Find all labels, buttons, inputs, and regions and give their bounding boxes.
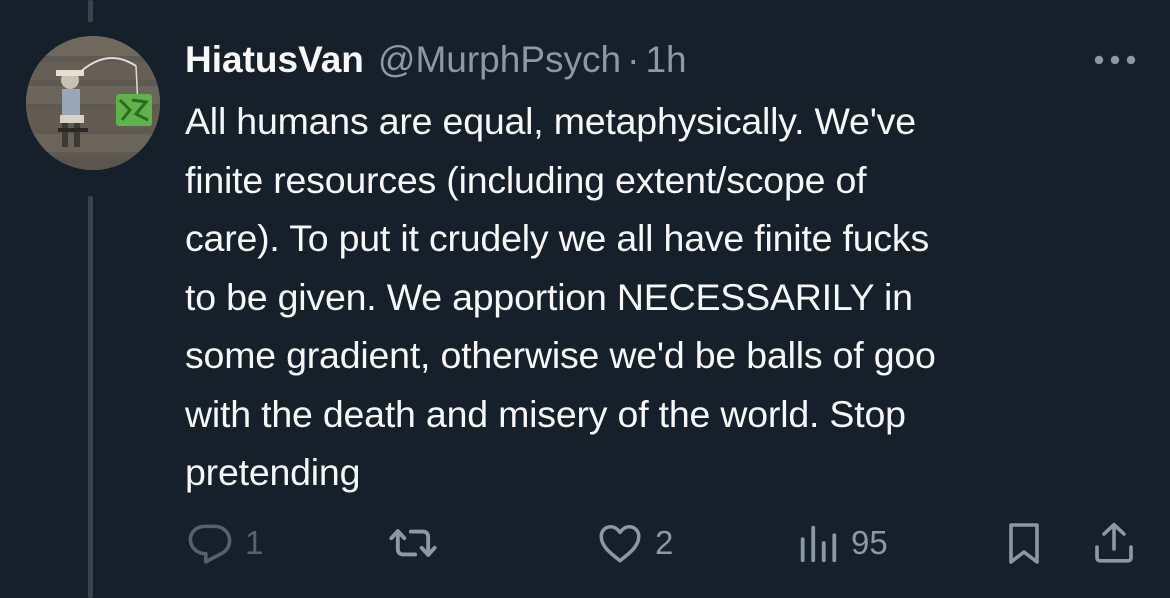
thread-line xyxy=(88,196,93,598)
more-button[interactable] xyxy=(1090,42,1140,78)
views-count: 95 xyxy=(851,524,888,561)
tweet-text: All humans are equal, metaphysically. We… xyxy=(185,92,1145,502)
avatar[interactable] xyxy=(26,36,160,170)
tweet-text-line: to be given. We apportion NECESSARILY in xyxy=(185,275,913,318)
retweet-button[interactable] xyxy=(387,515,449,571)
views-button[interactable]: 95 xyxy=(795,515,888,571)
tweet-text-line: pretending xyxy=(185,451,361,493)
share-button[interactable] xyxy=(1090,515,1138,571)
avatar-image xyxy=(26,36,160,170)
more-horizontal-icon xyxy=(1094,55,1136,65)
bookmark-icon xyxy=(1009,523,1039,564)
bookmark-button[interactable] xyxy=(1000,515,1048,571)
like-button[interactable]: 2 xyxy=(595,515,673,571)
retweet-icon xyxy=(389,529,437,557)
action-bar: 1 2 95 xyxy=(185,515,1145,571)
reply-icon xyxy=(188,524,232,564)
timestamp[interactable]: 1h xyxy=(645,39,686,81)
share-icon xyxy=(1095,522,1133,563)
separator-dot: · xyxy=(627,39,640,80)
reply-button[interactable]: 1 xyxy=(185,515,263,571)
tweet-text-line: with the death and misery of the world. … xyxy=(185,392,906,435)
heart-icon xyxy=(599,524,641,563)
tweet-header: HiatusVan @MurphPsych · 1h xyxy=(185,32,687,88)
thread-line xyxy=(88,0,93,22)
views-icon xyxy=(800,525,837,563)
tweet-text-line: care). To put it crudely we all have fin… xyxy=(185,217,930,259)
display-name[interactable]: HiatusVan xyxy=(185,39,364,81)
tweet-text-line: some gradient, otherwise we'd be balls o… xyxy=(185,334,936,376)
user-handle[interactable]: @MurphPsych xyxy=(378,39,621,81)
tweet[interactable]: HiatusVan @MurphPsych · 1h All humans ar… xyxy=(0,0,1170,598)
tweet-text-line: finite resources (including extent/scope… xyxy=(185,158,867,201)
like-count: 2 xyxy=(655,524,674,561)
tweet-text-line: All humans are equal, metaphysically. We… xyxy=(185,100,916,142)
reply-count: 1 xyxy=(245,524,264,561)
